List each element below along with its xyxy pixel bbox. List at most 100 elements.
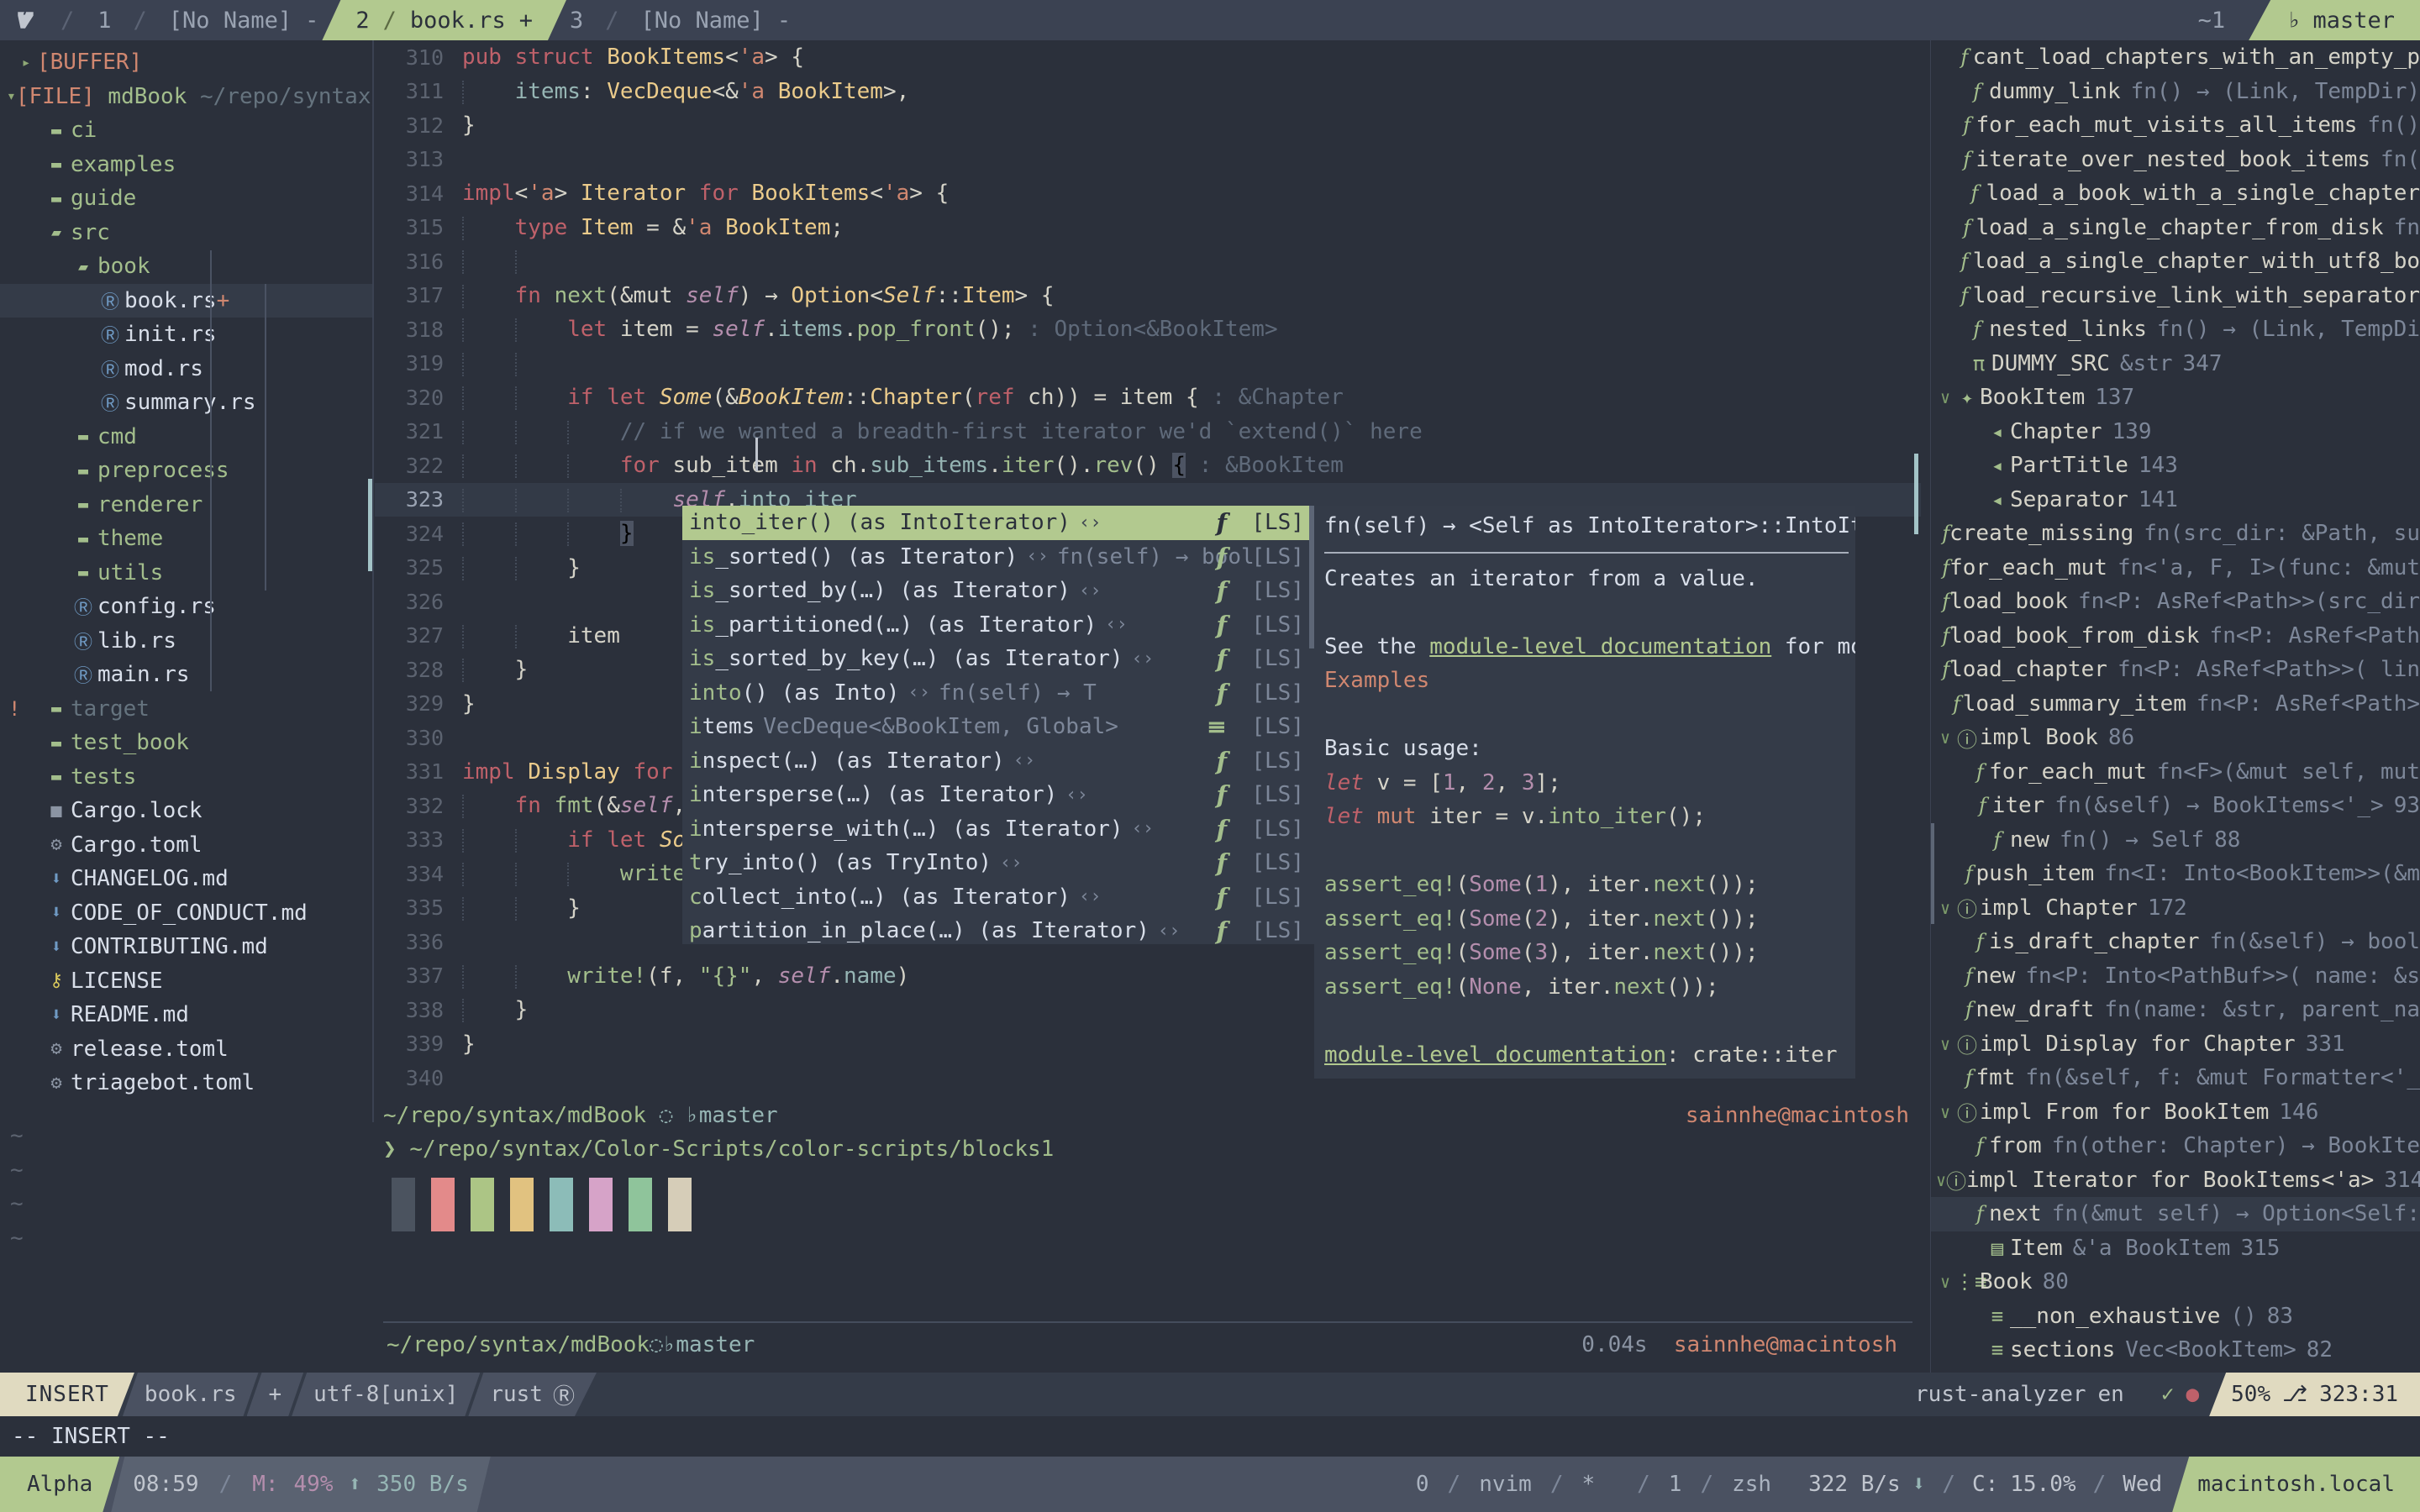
outline-item-impl-from-chapter-for-bookitem[interactable]: ∨ ⓘ impl From for BookItem 146 xyxy=(1931,1095,2420,1130)
outline-item-cant-load-chapters-with-an-empty-p[interactable]: f cant_load_chapters_with_an_empty_p xyxy=(1931,40,2420,75)
filetree-item-examples[interactable]: ▬ examples xyxy=(0,148,373,182)
terminal-panel[interactable]: ~/repo/syntax/mdBook ◌ ♭ master sainnhe@… xyxy=(375,1099,1921,1373)
filetree-item-tests[interactable]: ▬ tests xyxy=(0,760,373,795)
filetree-item-book-rs-[interactable]: Ⓡbook.rs+ xyxy=(0,283,373,318)
tmux-window-0[interactable]: 0 / nvim / * xyxy=(1397,1457,1613,1512)
filetree-item-license[interactable]: ⚷ LICENSE xyxy=(0,964,373,999)
completion-item[interactable]: collect_into(…) (as Iterator) ‹› f [LS] xyxy=(682,880,1314,915)
filetree-item--file-mdbook-repo-syntax-[interactable]: ▾ [FILE] mdBook ~/repo/syntax/ xyxy=(0,80,373,114)
outline-item-for-each-mut-visits-all-items[interactable]: f for_each_mut_visits_all_items fn() xyxy=(1931,108,2420,143)
outline-item-dummy-link[interactable]: f dummy_link fn() → (Link, TempDir) xyxy=(1931,75,2420,109)
outline-item-new[interactable]: f new fn() → Self 88 xyxy=(1931,823,2420,858)
filetree-item-book[interactable]: ▰ book xyxy=(0,249,373,284)
outline-item-chapter[interactable]: ◂ Chapter 139 xyxy=(1931,415,2420,449)
outline-item--non-exhaustive[interactable]: ≡ __non_exhaustive () 83 xyxy=(1931,1299,2420,1334)
tab-1[interactable]: 1 / [No Name] - xyxy=(82,0,334,40)
tmux-window-1[interactable]: / 1 / zsh xyxy=(1613,1457,1790,1512)
editor-scrollbar[interactable] xyxy=(1914,454,1918,534)
outline-item-item[interactable]: ▤ Item &'a BookItem 315 xyxy=(1931,1231,2420,1266)
filetree-item-preprocess[interactable]: ▬ preprocess xyxy=(0,454,373,488)
outline-item-load-chapter[interactable]: f load_chapter fn<P: AsRef<Path>>( lin xyxy=(1931,653,2420,687)
outline-item-is-draft-chapter[interactable]: f is_draft_chapter fn(&self) → bool xyxy=(1931,925,2420,959)
outline-item-push-item[interactable]: f push_item fn<I: Into<BookItem>>(&m xyxy=(1931,857,2420,891)
code-line[interactable]: 314 impl<'a> Iterator for BookItems<'a> { xyxy=(375,176,1921,211)
outline-item-iter[interactable]: f iter fn(&self) → BookItems<'_> 93 xyxy=(1931,789,2420,823)
chevron-icon[interactable]: ▸ xyxy=(15,54,37,71)
code-line[interactable]: 317 fn next(&mut self) → Option<Self::It… xyxy=(375,279,1921,313)
tab-3[interactable]: 3 / [No Name] - xyxy=(555,0,806,40)
outline-item-from[interactable]: f from fn(other: Chapter) → BookIte xyxy=(1931,1129,2420,1163)
file-explorer[interactable]: ▸ [BUFFER] ▾ [FILE] mdBook ~/repo/syntax/▬ c… xyxy=(0,40,373,1373)
code-line[interactable]: 319 xyxy=(375,347,1921,381)
outline-item-sections[interactable]: ≡ sections Vec<BookItem> 82 xyxy=(1931,1333,2420,1368)
completion-popup[interactable]: into_iter() (as IntoIterator) ‹› f [LS] is_s… xyxy=(682,506,1314,944)
filetree-item-ci[interactable]: ▬ ci xyxy=(0,113,373,148)
completion-item[interactable]: is_sorted_by_key(…) (as Iterator) ‹› f [LS] xyxy=(682,642,1314,676)
completion-item[interactable]: try_into() (as TryInto) ‹› f [LS] xyxy=(682,846,1314,880)
outline-expander-icon[interactable]: ∨ xyxy=(1936,387,1954,407)
outline-item-parttitle[interactable]: ◂ PartTitle 143 xyxy=(1931,449,2420,483)
filetree-item-src[interactable]: ▰ src xyxy=(0,216,373,250)
filetree-item-target[interactable]: ! ▬ target xyxy=(0,692,373,727)
completion-item[interactable]: is_sorted() (as Iterator) ‹› fn(self) → bo… xyxy=(682,540,1314,575)
code-line[interactable]: 310 pub struct BookItems<'a> { xyxy=(375,40,1921,75)
code-line[interactable]: 316 xyxy=(375,244,1921,279)
completion-item[interactable]: into_iter() (as IntoIterator) ‹› f [LS] xyxy=(682,506,1314,540)
outline-item-iterate-over-nested-book-items[interactable]: f iterate_over_nested_book_items fn( xyxy=(1931,143,2420,177)
outline-item-new-draft[interactable]: f new_draft fn(name: &str, parent_na xyxy=(1931,993,2420,1027)
filetree-item-theme[interactable]: ▬ theme xyxy=(0,522,373,556)
completion-item[interactable]: inspect(…) (as Iterator) ‹› f [LS] xyxy=(682,744,1314,779)
outline-item-next[interactable]: f next fn(&mut self) → Option<Self: xyxy=(1931,1197,2420,1231)
code-line[interactable]: 311 items: VecDeque<&'a BookItem>, xyxy=(375,75,1921,109)
filetree-item--buffer-[interactable]: ▸ [BUFFER] xyxy=(0,45,373,80)
tmux-session-name[interactable]: Alpha xyxy=(0,1457,119,1512)
outline-item-load-a-book-with-a-single-chapter[interactable]: f load_a_book_with_a_single_chapter xyxy=(1931,176,2420,211)
outline-item-for-each-mut[interactable]: f for_each_mut fn<'a, F, I>(func: &mut xyxy=(1931,551,2420,585)
filetree-item-release-toml[interactable]: ⚙ release.toml xyxy=(0,1032,373,1067)
completion-item[interactable]: intersperse_with(…) (as Iterator) ‹› f [LS] xyxy=(682,812,1314,847)
outline-item-impl-book[interactable]: ∨ ⓘ impl Book 86 xyxy=(1931,721,2420,755)
symbol-outline[interactable]: f cant_load_chapters_with_an_empty_p f dumm… xyxy=(1931,40,2420,1373)
completion-item[interactable]: is_partitioned(…) (as Iterator) ‹› f [LS] xyxy=(682,608,1314,643)
filetree-item-cmd[interactable]: ▬ cmd xyxy=(0,420,373,454)
filetree-item-init-rs[interactable]: Ⓡinit.rs xyxy=(0,318,373,352)
chevron-icon[interactable]: ▾ xyxy=(7,87,16,105)
outline-item-bookitem[interactable]: ∨ ✦ BookItem 137 xyxy=(1931,381,2420,415)
filetree-item-changelog-md[interactable]: ⬇ CHANGELOG.md xyxy=(0,862,373,896)
filetree-item-guide[interactable]: ▬ guide xyxy=(0,181,373,216)
outline-item-load-recursive-link-with-separator[interactable]: f load_recursive_link_with_separator xyxy=(1931,279,2420,313)
outline-expander-icon[interactable]: ∨ xyxy=(1936,1272,1954,1292)
outline-item-dummy-src[interactable]: π DUMMY_SRC &str 347 xyxy=(1931,347,2420,381)
filetree-item-config-rs[interactable]: Ⓡconfig.rs xyxy=(0,590,373,624)
filetree-item-test-book[interactable]: ▬ test_book xyxy=(0,726,373,760)
filetree-item-renderer[interactable]: ▬ renderer xyxy=(0,488,373,522)
completion-item[interactable]: items VecDeque<&BookItem, Global> ≡ [LS] xyxy=(682,710,1314,744)
outline-item-load-a-single-chapter-with-utf8-bo[interactable]: f load_a_single_chapter_with_utf8_bo xyxy=(1931,244,2420,279)
filetree-item-main-rs[interactable]: Ⓡmain.rs xyxy=(0,658,373,692)
git-branch-indicator[interactable]: ♭ master xyxy=(2249,0,2420,40)
filetree-item-code-of-conduct-md[interactable]: ⬇ CODE_OF_CONDUCT.md xyxy=(0,896,373,931)
code-line[interactable]: 322 for sub_item in ch.sub_items.iter().… xyxy=(375,449,1921,483)
command-line[interactable]: -- INSERT -- xyxy=(0,1416,2420,1457)
code-line[interactable]: 313 xyxy=(375,143,1921,177)
code-line[interactable]: 320 if let Some(&BookItem::Chapter(ref c… xyxy=(375,381,1921,415)
outline-scrollbar[interactable] xyxy=(1931,823,1934,924)
completion-item[interactable]: into() (as Into) ‹› fn(self) → T f [LS] xyxy=(682,676,1314,711)
outline-item-separator[interactable]: ◂ Separator 141 xyxy=(1931,483,2420,517)
outline-expander-icon[interactable]: ∨ xyxy=(1936,1034,1954,1054)
filetree-item-mod-rs[interactable]: Ⓡmod.rs xyxy=(0,352,373,386)
filetree-item-utils[interactable]: ▬ utils xyxy=(0,556,373,591)
outline-item-nested-links[interactable]: f nested_links fn() → (Link, TempDi xyxy=(1931,312,2420,347)
code-line[interactable]: 321 // if we wanted a breadth-first iter… xyxy=(375,415,1921,449)
outline-item-load-a-single-chapter-from-disk[interactable]: f load_a_single_chapter_from_disk fn xyxy=(1931,211,2420,245)
completion-item[interactable]: partition_in_place(…) (as Iterator) ‹› f [L… xyxy=(682,914,1314,944)
code-line[interactable]: 315 type Item = &'a BookItem; xyxy=(375,211,1921,245)
outline-item-load-book-from-disk[interactable]: f load_book_from_disk fn<P: AsRef<Path xyxy=(1931,619,2420,654)
filetree-scrollbar[interactable] xyxy=(368,479,372,571)
outline-expander-icon[interactable]: ∨ xyxy=(1936,1102,1954,1122)
outline-item-impl-iterator-for-bookitems-a-[interactable]: ∨ ⓘ impl Iterator for BookItems<'a> 314 xyxy=(1931,1163,2420,1198)
filetree-item-readme-md[interactable]: ⬇ README.md xyxy=(0,998,373,1032)
outline-item-new[interactable]: f new fn<P: Into<PathBuf>>( name: &s xyxy=(1931,959,2420,994)
filetree-item-summary-rs[interactable]: Ⓡsummary.rs xyxy=(0,386,373,420)
outline-expander-icon[interactable]: ∨ xyxy=(1936,898,1954,918)
